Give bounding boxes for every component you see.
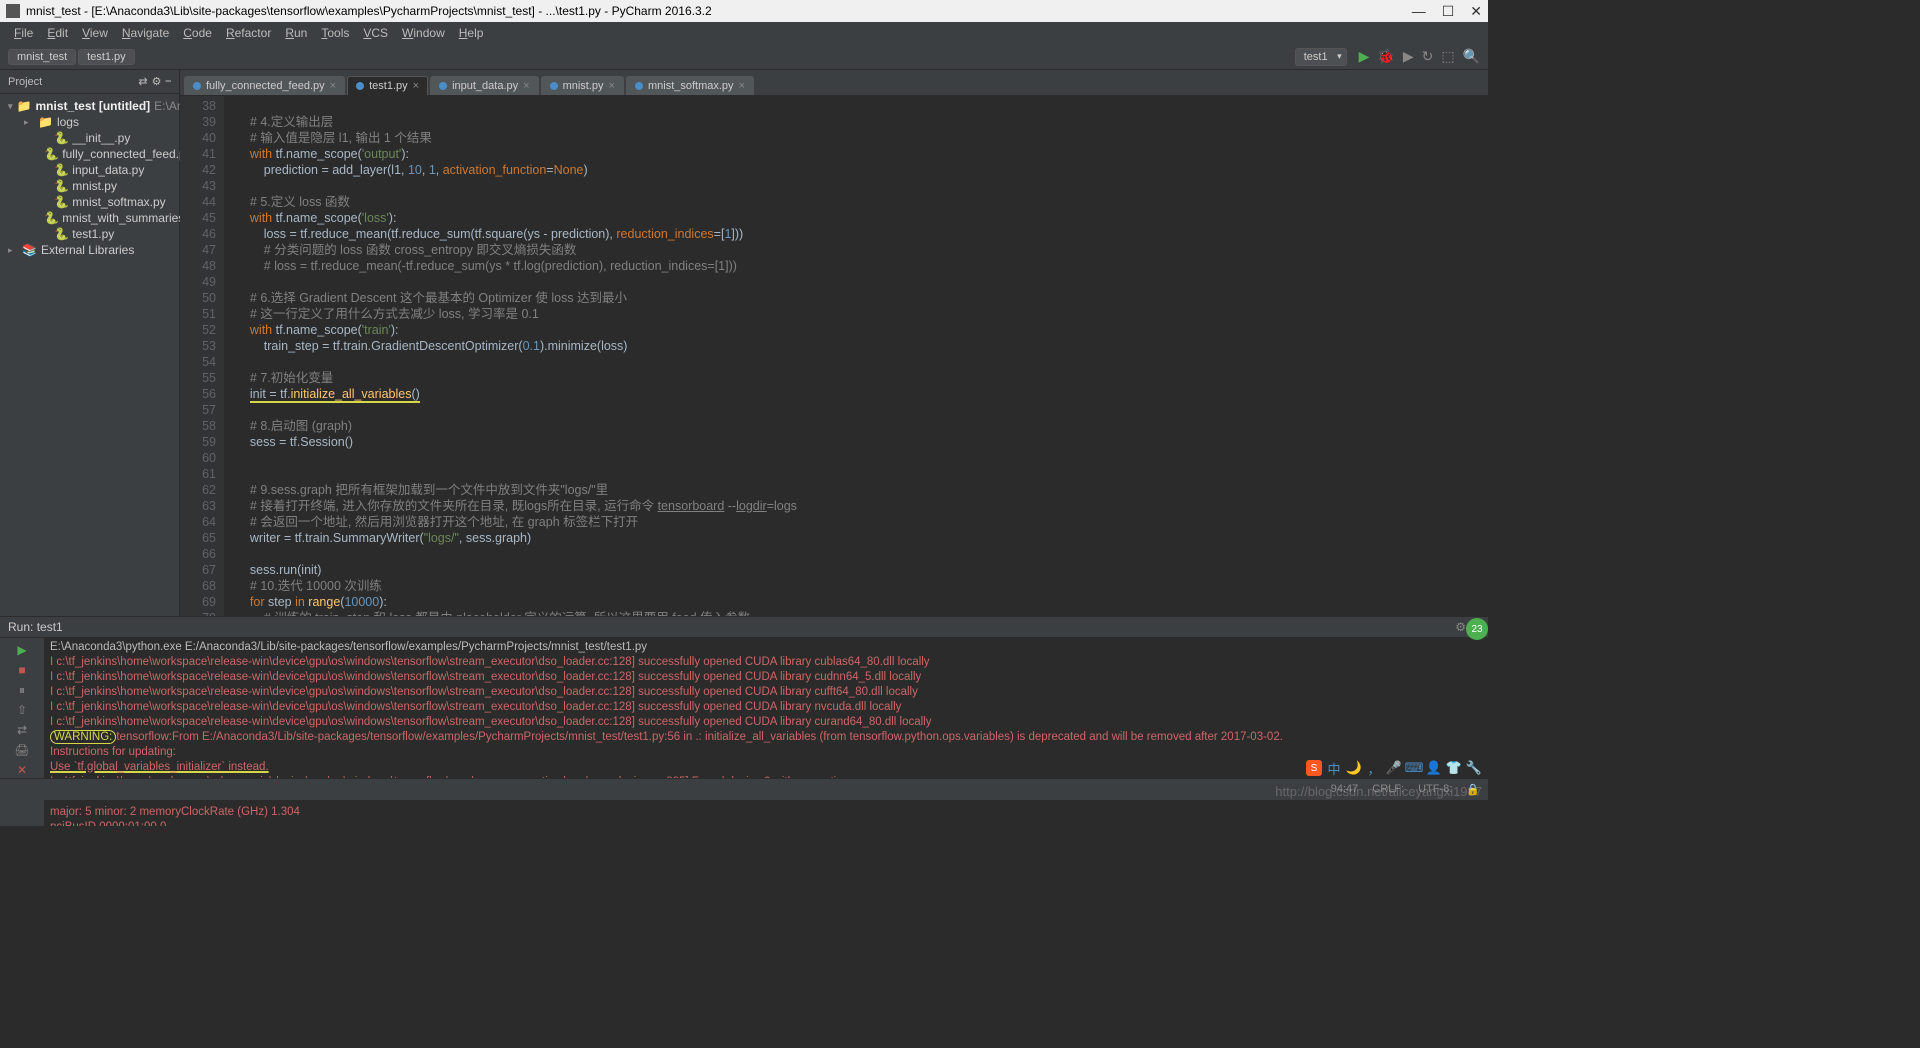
project-sidebar: Project ⇄ ⚙ ⎯ ▾📁 mnist_test [untitled] E… bbox=[0, 70, 180, 616]
run-icon[interactable]: ▶ bbox=[1359, 48, 1370, 65]
code-content[interactable]: # 4.定义输出层 # 输入值是隐层 l1, 输出 1 个结果 with tf.… bbox=[224, 96, 1488, 616]
tree-root[interactable]: ▾📁 mnist_test [untitled] E:\Anacon bbox=[0, 98, 179, 114]
editor-tab-bar: fully_connected_feed.py×test1.py×input_d… bbox=[180, 70, 1488, 96]
editor-tab[interactable]: fully_connected_feed.py× bbox=[184, 76, 345, 95]
tree-file[interactable]: 🐍 mnist_softmax.py bbox=[0, 194, 179, 210]
menu-refactor[interactable]: Refactor bbox=[220, 24, 277, 42]
tab-close-icon[interactable]: × bbox=[739, 80, 745, 92]
maximize-button[interactable]: ☐ bbox=[1442, 3, 1455, 20]
ime-toolbar: S 中 🌙 ， 🎤 ⌨ 👤 👕 🔧 bbox=[1306, 760, 1482, 776]
nav-bar: mnist_test test1.py test1 ▶ 🐞 ▶ ↻ ⬚ 🔍 bbox=[0, 44, 1488, 70]
ime-skin-icon[interactable]: 👕 bbox=[1446, 760, 1462, 776]
tree-file[interactable]: 🐍 mnist_with_summaries.py bbox=[0, 210, 179, 226]
editor-tab[interactable]: mnist_softmax.py× bbox=[626, 76, 754, 95]
sidebar-hide-icon[interactable]: ⎯ bbox=[166, 75, 172, 88]
sidebar-collapse-icon[interactable]: ⇄ bbox=[138, 75, 147, 88]
editor-area: fully_connected_feed.py×test1.py×input_d… bbox=[180, 70, 1488, 616]
menu-tools[interactable]: Tools bbox=[315, 24, 355, 42]
menu-navigate[interactable]: Navigate bbox=[116, 24, 175, 42]
tab-close-icon[interactable]: × bbox=[413, 80, 419, 92]
menu-file[interactable]: File bbox=[8, 24, 39, 42]
ime-lang-icon[interactable]: 中 bbox=[1326, 760, 1342, 776]
tree-file[interactable]: 🐍 __init__.py bbox=[0, 130, 179, 146]
menu-window[interactable]: Window bbox=[396, 24, 451, 42]
rerun-icon[interactable]: ▶ bbox=[14, 642, 30, 658]
menu-view[interactable]: View bbox=[76, 24, 114, 42]
tree-file[interactable]: 🐍 test1.py bbox=[0, 226, 179, 242]
project-tree: ▾📁 mnist_test [untitled] E:\Anacon ▸📁 lo… bbox=[0, 94, 179, 262]
crumb-project[interactable]: mnist_test bbox=[8, 49, 76, 65]
toggle-icon[interactable]: ⇄ bbox=[14, 722, 30, 738]
run-config-selector[interactable]: test1 bbox=[1295, 48, 1347, 66]
pause-icon[interactable]: ⏸ bbox=[14, 682, 30, 698]
tree-external-libraries[interactable]: ▸📚 External Libraries bbox=[0, 242, 179, 258]
ime-punct-icon[interactable]: ， bbox=[1366, 760, 1382, 776]
editor-tab[interactable]: test1.py× bbox=[347, 76, 428, 95]
menu-run[interactable]: Run bbox=[279, 24, 313, 42]
window-title: mnist_test - [E:\Anaconda3\Lib\site-pack… bbox=[26, 4, 1412, 18]
notification-badge[interactable]: 23 bbox=[1466, 618, 1488, 640]
watermark-text: http://blog.csdn.net/aliceyangxi1987 bbox=[1275, 784, 1482, 799]
ime-logo-icon[interactable]: S bbox=[1306, 760, 1322, 776]
menu-bar: FileEditViewNavigateCodeRefactorRunTools… bbox=[0, 22, 1488, 44]
menu-edit[interactable]: Edit bbox=[41, 24, 74, 42]
search-icon[interactable]: 🔍 bbox=[1463, 48, 1480, 65]
run-label: Run: bbox=[8, 620, 33, 634]
title-bar: mnist_test - [E:\Anaconda3\Lib\site-pack… bbox=[0, 0, 1488, 22]
tree-file[interactable]: 🐍 input_data.py bbox=[0, 162, 179, 178]
crumb-file[interactable]: test1.py bbox=[78, 49, 135, 65]
breadcrumb: mnist_test test1.py bbox=[8, 49, 135, 65]
close-button[interactable]: ✕ bbox=[1470, 3, 1482, 20]
sidebar-gear-icon[interactable]: ⚙ bbox=[152, 75, 162, 88]
main-area: Project ⇄ ⚙ ⎯ ▾📁 mnist_test [untitled] E… bbox=[0, 70, 1488, 616]
run-settings-icon[interactable]: ⚙ bbox=[1455, 620, 1466, 635]
menu-code[interactable]: Code bbox=[177, 24, 218, 42]
tab-close-icon[interactable]: × bbox=[523, 80, 529, 92]
ime-mic-icon[interactable]: 🎤 bbox=[1386, 760, 1402, 776]
minimize-button[interactable]: — bbox=[1412, 3, 1426, 20]
run-coverage-icon[interactable]: ▶ bbox=[1403, 48, 1414, 65]
project-tool-label[interactable]: Project bbox=[8, 76, 42, 88]
delete-icon[interactable]: ✕ bbox=[14, 762, 30, 778]
editor-tab[interactable]: input_data.py× bbox=[430, 76, 539, 95]
line-gutter: 3839404142434445464748495051525354555657… bbox=[180, 96, 224, 616]
stop-icon[interactable]: ↻ bbox=[1422, 48, 1434, 65]
menu-vcs[interactable]: VCS bbox=[357, 24, 394, 42]
print-icon[interactable]: 🖨 bbox=[14, 742, 30, 758]
ime-user-icon[interactable]: 👤 bbox=[1426, 760, 1442, 776]
run-tool-header: Run: test1 ⚙ ⎯ bbox=[0, 616, 1488, 638]
ime-keyboard-icon[interactable]: ⌨ bbox=[1406, 760, 1422, 776]
ime-moon-icon[interactable]: 🌙 bbox=[1346, 760, 1362, 776]
editor-tab[interactable]: mnist.py× bbox=[541, 76, 624, 95]
tree-folder-logs[interactable]: ▸📁 logs bbox=[0, 114, 179, 130]
menu-help[interactable]: Help bbox=[453, 24, 490, 42]
tab-close-icon[interactable]: × bbox=[609, 80, 615, 92]
ime-tool-icon[interactable]: 🔧 bbox=[1466, 760, 1482, 776]
tree-file[interactable]: 🐍 fully_connected_feed.py bbox=[0, 146, 179, 162]
run-config-name[interactable]: test1 bbox=[37, 620, 63, 634]
stop-run-icon[interactable]: ■ bbox=[14, 662, 30, 678]
app-icon bbox=[6, 4, 20, 18]
status-bar: 94:47 CRLF: UTF-8: 🔒 bbox=[0, 778, 1488, 800]
tree-file[interactable]: 🐍 mnist.py bbox=[0, 178, 179, 194]
code-editor[interactable]: 3839404142434445464748495051525354555657… bbox=[180, 96, 1488, 616]
vcs-icon[interactable]: ⬚ bbox=[1441, 48, 1454, 65]
tab-close-icon[interactable]: × bbox=[330, 80, 336, 92]
debug-icon[interactable]: 🐞 bbox=[1377, 48, 1394, 65]
up-icon[interactable]: ⇧ bbox=[14, 702, 30, 718]
